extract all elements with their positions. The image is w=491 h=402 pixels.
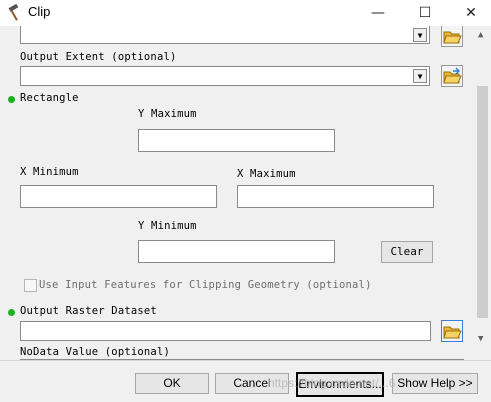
input-raster-combo[interactable]: ▼ — [20, 26, 430, 44]
title-bar: Clip — ☐ ✕ — [0, 0, 491, 26]
output-raster-browse-button[interactable] — [441, 320, 463, 342]
output-raster-input[interactable] — [20, 321, 431, 341]
window-title: Clip — [28, 4, 51, 19]
input-browse-button[interactable] — [441, 26, 463, 47]
y-maximum-label: Y Maximum — [138, 108, 197, 120]
parameters-panel: ▼ Output Extent (optional) ▼ Rectangle Y… — [0, 26, 474, 360]
scroll-thumb[interactable] — [477, 86, 488, 318]
output-extent-browse-button[interactable] — [441, 65, 463, 87]
x-maximum-input[interactable] — [237, 185, 434, 208]
output-extent-combo[interactable]: ▼ — [20, 66, 430, 86]
ok-button[interactable]: OK — [135, 373, 209, 394]
nodata-label: NoData Value (optional) — [20, 346, 170, 358]
scroll-up-icon[interactable]: ▲ — [478, 30, 483, 40]
chevron-down-icon[interactable]: ▼ — [413, 69, 427, 83]
x-minimum-input[interactable] — [20, 185, 217, 208]
scroll-down-icon[interactable]: ▼ — [478, 334, 483, 344]
maximize-button[interactable]: ☐ — [402, 0, 448, 26]
x-maximum-label: X Maximum — [237, 168, 296, 180]
use-input-features-checkbox[interactable] — [24, 279, 37, 292]
x-minimum-label: X Minimum — [20, 166, 79, 178]
use-input-features-label: Use Input Features for Clipping Geometry… — [39, 279, 372, 291]
folder-open-icon — [443, 67, 462, 84]
clear-button[interactable]: Clear — [381, 241, 433, 263]
watermark: https://blog.csdn.net/...6 — [268, 376, 396, 390]
output-extent-label: Output Extent (optional) — [20, 51, 177, 63]
required-indicator — [8, 309, 15, 316]
y-minimum-input[interactable] — [138, 240, 335, 263]
y-minimum-label: Y Minimum — [138, 220, 197, 232]
minimize-button[interactable]: — — [355, 0, 401, 26]
folder-open-icon — [443, 326, 462, 339]
show-help-button[interactable]: Show Help >> — [392, 373, 478, 394]
chevron-down-icon[interactable]: ▼ — [413, 28, 427, 42]
rectangle-label: Rectangle — [20, 92, 79, 104]
y-maximum-input[interactable] — [138, 129, 335, 152]
close-button[interactable]: ✕ — [448, 0, 491, 26]
output-raster-label: Output Raster Dataset — [20, 305, 157, 317]
folder-open-icon — [443, 31, 462, 44]
hammer-icon — [8, 4, 19, 21]
footer-divider — [0, 360, 491, 361]
required-indicator — [8, 96, 15, 103]
